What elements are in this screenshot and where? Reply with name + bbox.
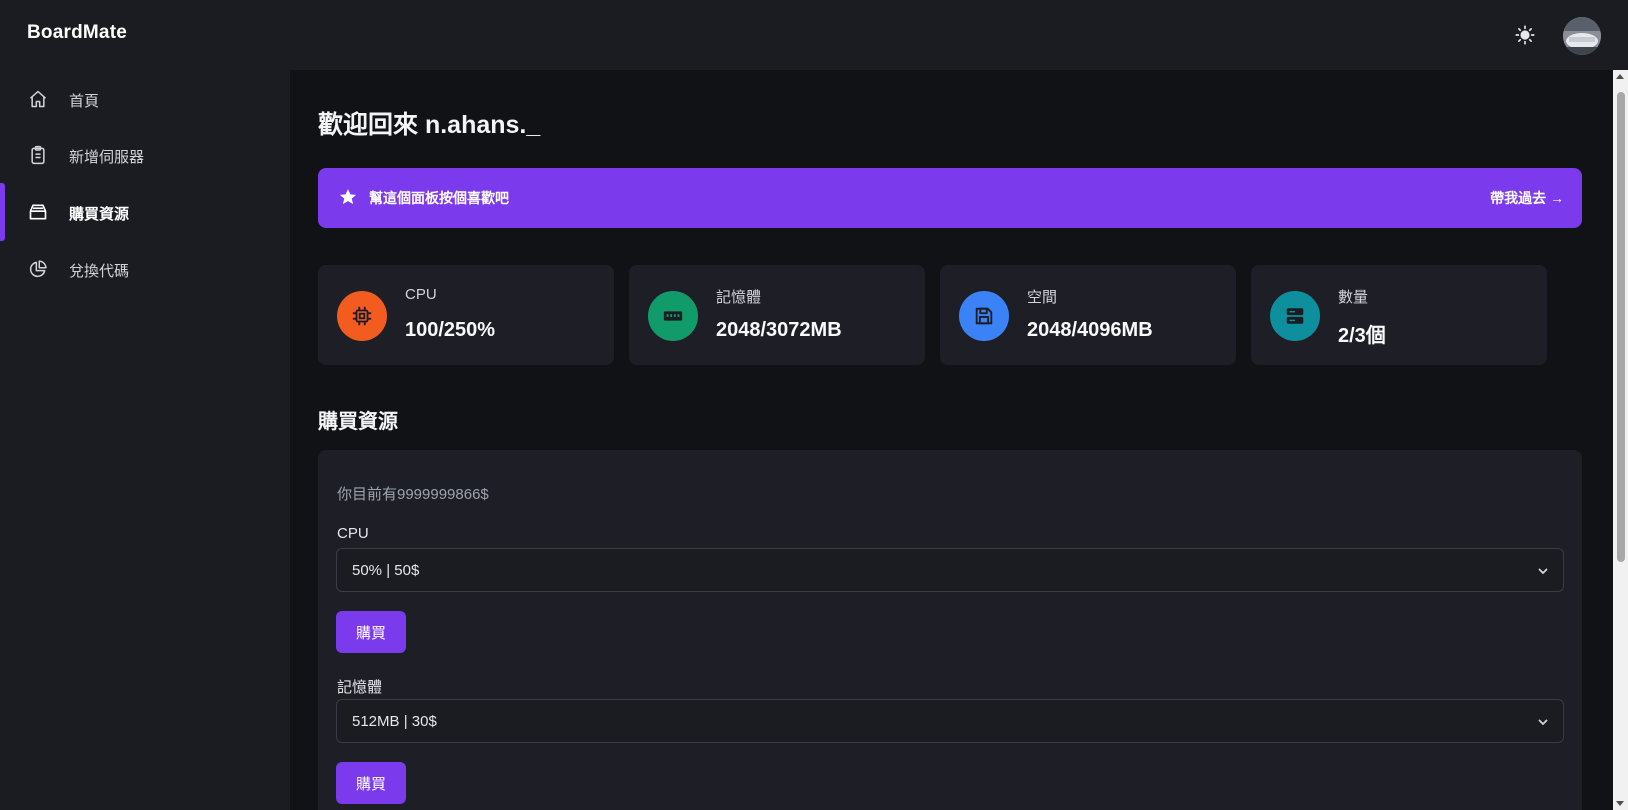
top-bar: BoardMate (0, 0, 1628, 70)
cpu-select[interactable]: 50% | 50$ (336, 548, 1564, 592)
page-scrollbar[interactable] (1613, 70, 1628, 810)
sidebar: 首頁 新增伺服器 購買資源 兌換代碼 (0, 70, 290, 810)
sidebar-item-label: 購買資源 (69, 206, 130, 223)
active-indicator (0, 183, 5, 241)
stat-value: 2048/3072MB (716, 319, 842, 341)
star-icon (339, 189, 357, 205)
stat-card-memory: 記憶體 2048/3072MB (629, 265, 925, 365)
section-title: 購買資源 (318, 411, 398, 433)
memory-field-label: 記憶體 (337, 679, 383, 696)
banner-text: 幫這個面板按個喜歡吧 (369, 190, 509, 206)
sidebar-item-label: 新增伺服器 (69, 149, 145, 166)
balance-text: 你目前有9999999866$ (337, 486, 489, 503)
select-value: 50% | 50$ (352, 562, 420, 579)
chevron-down-icon (1538, 568, 1548, 575)
main-content: 歡迎回來 n.ahans._ 幫這個面板按個喜歡吧 帶我過去 → CPU 100… (290, 70, 1613, 810)
sidebar-item-label: 兌換代碼 (69, 263, 130, 280)
clipboard-icon (31, 145, 45, 165)
sidebar-item-buy-resources[interactable]: 購買資源 (0, 183, 290, 241)
sidebar-item-redeem-code[interactable]: 兌換代碼 (0, 240, 290, 298)
stat-value: 100/250% (405, 319, 496, 341)
purchase-panel: 你目前有9999999866$ CPU 50% | 50$ 購買 記憶體 512… (318, 450, 1582, 810)
stat-value: 2/3個 (1338, 325, 1386, 347)
user-avatar[interactable] (1563, 17, 1601, 55)
buy-cpu-button[interactable]: 購買 (336, 611, 406, 653)
chevron-down-icon (1538, 719, 1548, 726)
pie-chart-icon (29, 260, 47, 278)
scroll-up-icon[interactable] (1616, 74, 1624, 79)
brand-logo[interactable]: BoardMate (27, 22, 127, 44)
scrollbar-thumb[interactable] (1617, 92, 1625, 562)
memory-icon (648, 291, 698, 341)
like-banner[interactable]: 幫這個面板按個喜歡吧 帶我過去 → (318, 168, 1582, 228)
home-icon (30, 90, 46, 108)
save-icon (959, 291, 1009, 341)
scroll-down-icon[interactable] (1616, 801, 1624, 806)
sidebar-item-label: 首頁 (69, 93, 100, 110)
inbox-icon (29, 204, 47, 220)
stat-card-cpu: CPU 100/250% (318, 265, 614, 365)
stat-label: CPU (405, 286, 437, 303)
stat-card-count: 數量 2/3個 (1251, 265, 1547, 365)
theme-toggle-button[interactable] (1513, 23, 1537, 47)
sun-icon (1515, 25, 1535, 45)
sidebar-item-add-server[interactable]: 新增伺服器 (0, 126, 290, 184)
stat-value: 2048/4096MB (1027, 319, 1153, 341)
memory-select[interactable]: 512MB | 30$ (336, 699, 1564, 743)
stat-card-storage: 空間 2048/4096MB (940, 265, 1236, 365)
buy-memory-button[interactable]: 購買 (336, 762, 406, 804)
server-icon (1270, 291, 1320, 341)
banner-link[interactable]: 帶我過去 → (1490, 188, 1564, 208)
cpu-icon (337, 291, 387, 341)
cpu-field-label: CPU (337, 525, 369, 542)
select-value: 512MB | 30$ (352, 713, 437, 730)
stat-label: 空間 (1027, 289, 1058, 306)
page-title: 歡迎回來 n.ahans._ (318, 111, 541, 139)
sidebar-item-home[interactable]: 首頁 (0, 70, 290, 128)
stat-label: 數量 (1338, 289, 1369, 306)
stat-label: 記憶體 (716, 289, 762, 306)
